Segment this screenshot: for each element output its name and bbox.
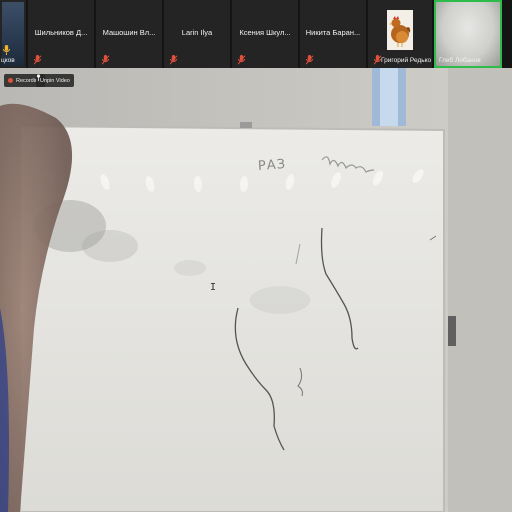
mic-icon	[1, 45, 11, 55]
participant-tile-active[interactable]: Глеб Лобанов	[434, 0, 502, 68]
participant-name: Григорий Редько	[381, 57, 432, 64]
participant-name: Никита Баран...	[305, 28, 361, 37]
participant-name: Шильников Д...	[34, 28, 88, 37]
mic-muted-icon	[304, 55, 314, 65]
participant-tile[interactable]: Larin Ilya	[164, 0, 230, 68]
unpin-label: Unpin Video	[40, 77, 70, 84]
participant-name: цков	[1, 57, 15, 64]
participant-name: Ксения Шкул...	[239, 28, 291, 37]
participant-name: Larin Ilya	[181, 28, 213, 37]
mic-muted-icon	[236, 55, 246, 65]
pin-icon	[36, 74, 41, 81]
participant-tile[interactable]: Григорий Редько	[368, 0, 432, 68]
participant-tile[interactable]: Никита Баран...	[300, 0, 366, 68]
unpin-video-button[interactable]: Unpin Video	[36, 74, 74, 87]
whiteboard-scene	[0, 68, 512, 512]
chicken-avatar	[387, 10, 413, 50]
whiteboard-text: РАЗ	[257, 157, 287, 174]
text-cursor-icon: I	[210, 282, 217, 293]
participant-tile[interactable]: Шильников Д...	[28, 0, 94, 68]
participant-tile[interactable]: Машошин Вл...	[96, 0, 162, 68]
main-video[interactable]: РАЗ Recording Unpin Video I	[0, 68, 512, 512]
participant-tile[interactable]: Ксения Шкул...	[232, 0, 298, 68]
mic-muted-icon	[100, 55, 110, 65]
participant-tile[interactable]: цков	[0, 0, 26, 68]
mic-muted-icon	[32, 55, 42, 65]
mic-muted-icon	[168, 55, 178, 65]
recording-dot-icon	[8, 78, 13, 83]
participant-name: Глеб Лобанов	[439, 57, 481, 64]
participant-strip: цков Шильников Д... Машошин Вл... Larin …	[0, 0, 512, 68]
participant-name: Машошин Вл...	[102, 28, 156, 37]
